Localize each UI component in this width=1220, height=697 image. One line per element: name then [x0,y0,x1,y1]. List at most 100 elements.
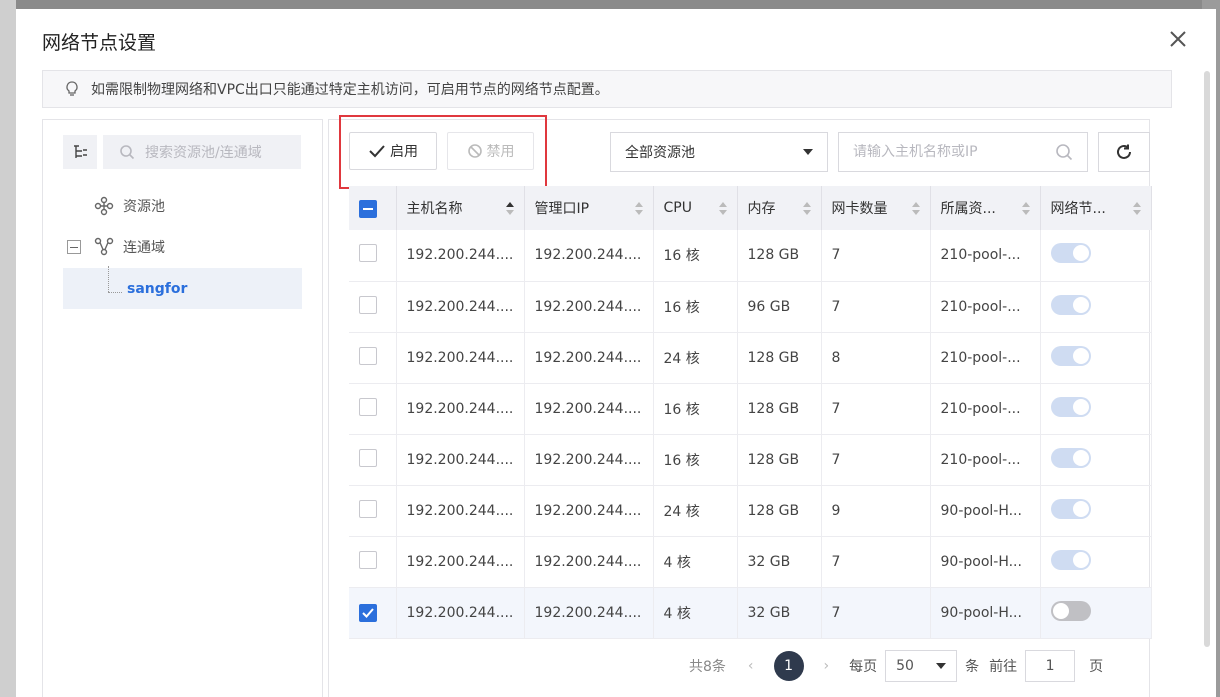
pagination: 共8条 ‹ 1 › 每页 50 条 前往 1 页 [689,650,1149,682]
table-row[interactable]: 192.200.244.... 192.200.244.... 16 核 128 GB… [349,434,1152,486]
table-row[interactable]: 192.200.244.... 192.200.244.... 24 核 128 GB… [349,332,1152,384]
cell-memory: 128 GB [737,485,822,537]
check-icon [362,607,374,618]
tree-collapse-toggle[interactable] [67,240,81,254]
cell-ip: 192.200.244.... [524,332,654,384]
cell-pool: 90-pool-H... [930,587,1041,639]
row-select-cell[interactable] [349,485,397,537]
cell-cpu: 24 核 [653,332,738,384]
row-select-cell[interactable] [349,434,397,486]
host-search-field[interactable] [838,132,1088,172]
enable-button[interactable]: 启用 [349,132,437,170]
row-select-cell[interactable] [349,332,397,384]
row-checkbox[interactable] [359,346,377,365]
column-header-network-node[interactable]: 网络节... [1040,186,1152,230]
column-header-host[interactable]: 主机名称 [396,186,525,230]
tree-item-label: sangfor [127,281,188,297]
row-checkbox[interactable] [359,397,377,416]
sort-icon[interactable] [1021,201,1030,215]
prev-page-icon[interactable]: ‹ [748,658,754,674]
cell-cpu: 4 核 [653,536,738,588]
refresh-icon [1117,144,1131,159]
cell-network-node [1040,587,1152,639]
tree-connector-line [108,266,109,292]
goto-page-input[interactable]: 1 [1025,650,1076,682]
cell-memory: 128 GB [737,230,822,282]
network-node-toggle[interactable] [1050,447,1091,468]
page-size-select[interactable]: 50 [885,650,958,682]
cell-pool: 90-pool-H... [930,485,1041,537]
sort-icon[interactable] [1132,201,1141,215]
column-header-ip[interactable]: 管理口IP [524,186,654,230]
network-node-toggle[interactable] [1050,600,1091,621]
row-select-cell[interactable] [349,536,397,588]
column-header-nic-count[interactable]: 网卡数量 [821,186,931,230]
cell-network-node [1040,332,1152,384]
disable-button[interactable]: 禁用 [447,132,534,170]
sort-icon[interactable] [802,201,811,215]
resource-pool-select[interactable]: 全部资源池 [610,132,828,172]
table-row[interactable]: 192.200.244.... 192.200.244.... 4 核 32 GB 7 9… [349,536,1152,588]
row-checkbox[interactable] [359,603,377,622]
row-checkbox[interactable] [359,499,377,518]
sort-icon[interactable] [634,201,643,215]
row-checkbox[interactable] [359,448,377,467]
row-select-cell[interactable] [349,587,397,639]
close-button[interactable] [1166,27,1190,51]
network-node-toggle[interactable] [1050,243,1091,264]
header-select-all[interactable] [349,186,397,230]
cell-pool: 210-pool-... [930,230,1041,282]
tree-item-resource-pool[interactable]: 资源池 [93,195,165,217]
network-node-toggle[interactable] [1050,345,1091,366]
cell-nic-count: 7 [821,230,931,282]
ban-icon [467,144,482,158]
refresh-button[interactable] [1098,132,1150,172]
network-node-toggle[interactable] [1050,294,1091,315]
cell-nic-count: 8 [821,332,931,384]
cell-nic-count: 9 [821,485,931,537]
tree-item-sangfor[interactable]: sangfor [127,281,187,297]
column-header-pool[interactable]: 所属资... [930,186,1041,230]
next-page-icon[interactable]: › [824,658,830,674]
sort-icon[interactable] [505,201,514,215]
network-node-toggle[interactable] [1050,396,1091,417]
row-select-cell[interactable] [349,281,397,333]
tree-item-label: 连通域 [123,240,165,256]
row-checkbox[interactable] [359,244,377,263]
column-label: 管理口IP [534,201,590,217]
tree-connector-line [108,292,122,293]
cell-cpu: 16 核 [653,281,738,333]
network-node-toggle[interactable] [1050,498,1091,519]
sort-icon[interactable] [911,201,920,215]
cell-network-node [1040,536,1152,588]
resource-pool-icon [93,195,115,217]
host-search-input[interactable] [853,144,1043,160]
table-row[interactable]: 192.200.244.... 192.200.244.... 4 核 32 GB 7 9… [349,587,1152,639]
column-header-memory[interactable]: 内存 [737,186,822,230]
tree-search-input[interactable]: 搜索资源池/连通域 [103,135,301,169]
tree-item-connectivity-domain[interactable]: 连通域 [93,236,165,258]
table-row[interactable]: 192.200.244.... 192.200.244.... 16 核 128 GB… [349,230,1152,282]
search-icon[interactable] [1055,143,1073,161]
tree-expand-toggle[interactable] [63,135,97,169]
cell-pool: 210-pool-... [930,332,1041,384]
table-row[interactable]: 192.200.244.... 192.200.244.... 16 核 128 GB… [349,383,1152,435]
row-checkbox[interactable] [359,295,377,314]
resource-tree-panel: 搜索资源池/连通域 资源池 连通域 sangfor [42,119,323,697]
network-node-toggle[interactable] [1050,549,1091,570]
sort-icon[interactable] [718,201,727,215]
select-all-checkbox[interactable] [359,200,377,218]
dialog-title: 网络节点设置 [42,32,157,54]
page-button-current[interactable]: 1 [773,651,804,681]
column-header-cpu[interactable]: CPU [653,186,738,230]
tree-structure-icon [74,145,87,158]
cell-cpu: 16 核 [653,383,738,435]
row-select-cell[interactable] [349,383,397,435]
table-row[interactable]: 192.200.244.... 192.200.244.... 24 核 128 GB… [349,485,1152,537]
row-select-cell[interactable] [349,230,397,282]
table-row[interactable]: 192.200.244.... 192.200.244.... 16 核 96 GB 7… [349,281,1152,333]
background-left-strip [0,0,16,697]
row-checkbox[interactable] [359,550,377,569]
dialog-scrollbar[interactable] [1204,71,1210,647]
column-label: 内存 [747,201,776,217]
